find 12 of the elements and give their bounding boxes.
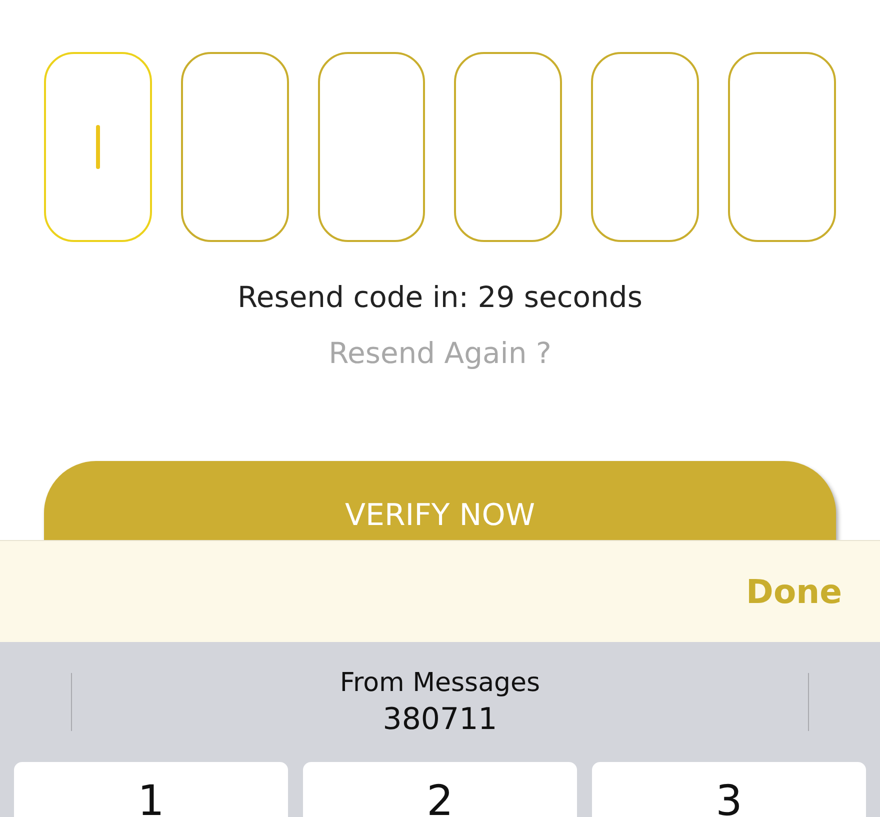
code-input-box[interactable] xyxy=(454,52,562,242)
resend-timer-text: Resend code in: 29 seconds xyxy=(236,280,644,314)
keypad-key[interactable]: 3 xyxy=(592,762,866,817)
code-input-box[interactable] xyxy=(591,52,700,242)
code-input-box[interactable] xyxy=(180,52,289,242)
keypad-key[interactable]: 1 xyxy=(14,762,288,817)
code-input-box[interactable] xyxy=(318,52,426,242)
text-cursor xyxy=(96,125,100,169)
code-input-box[interactable] xyxy=(44,52,152,242)
code-suggestion[interactable]: From Messages 380711 xyxy=(72,668,808,736)
keypad-key[interactable]: 2 xyxy=(303,762,577,817)
code-input-box[interactable] xyxy=(728,52,836,242)
